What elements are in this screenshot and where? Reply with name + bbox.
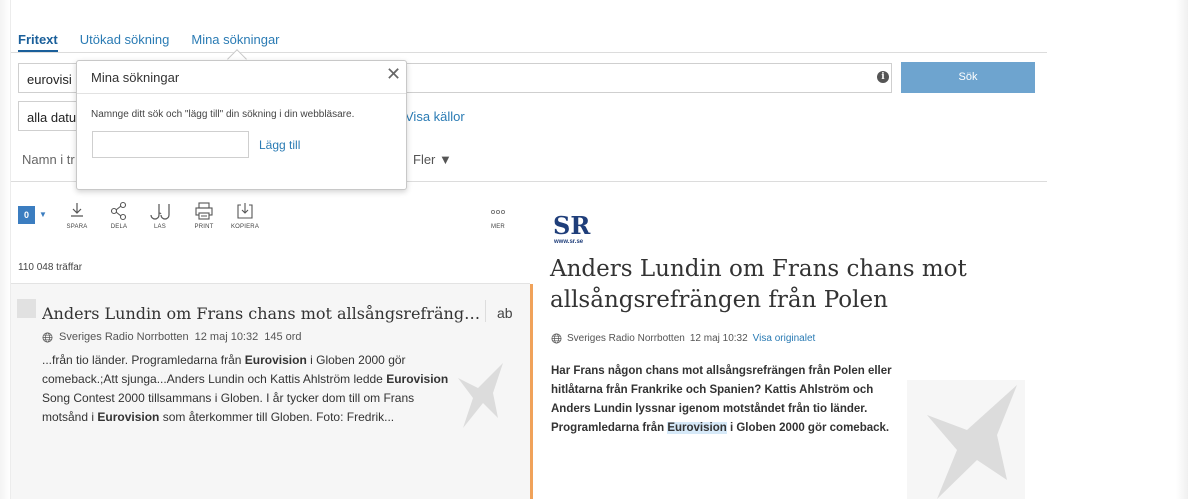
result-title[interactable]: Anders Lundin om Frans chans mot allsång… (42, 304, 484, 323)
result-thumbnail (458, 363, 503, 428)
search-button[interactable]: Sök (901, 62, 1035, 93)
preview-source: Sveriges Radio Norrbotten (567, 333, 685, 344)
tab-fritext[interactable]: Fritext (18, 32, 58, 52)
download-icon (71, 203, 83, 217)
copy-label: KOPIERA (230, 224, 260, 230)
text-size-toggle[interactable]: ab (497, 305, 513, 321)
more-button[interactable]: MER (478, 201, 518, 230)
add-search-button[interactable]: Lägg till (259, 138, 300, 152)
result-date: 12 maj 10:32 (194, 331, 259, 343)
snippet-text: ...från tio länder. Programledarna från (42, 353, 245, 367)
logo-url: www.sr.se (553, 239, 584, 245)
more-label: MER (491, 224, 505, 230)
save-label: SPARA (66, 224, 88, 230)
print-label: PRINT (194, 224, 214, 230)
globe-icon (551, 333, 562, 344)
copy-button[interactable]: KOPIERA (225, 201, 265, 230)
tabs-divider (11, 52, 1047, 53)
save-button[interactable]: SPARA (57, 201, 97, 230)
search-name-input[interactable] (92, 131, 249, 158)
share-label: DELA (110, 224, 128, 230)
result-source: Sveriges Radio Norrbotten (59, 331, 189, 343)
result-item[interactable]: Anders Lundin om Frans chans mot allsång… (11, 284, 533, 499)
show-sources-link[interactable]: Visa källor (405, 109, 465, 124)
read-button[interactable]: LAS (140, 201, 180, 230)
saved-searches-popup: Mina sökningar ✕ Namnge ditt sök och "lä… (76, 60, 407, 190)
close-icon[interactable]: ✕ (386, 65, 401, 83)
tab-utokad-sokning[interactable]: Utökad sökning (80, 32, 170, 52)
share-button[interactable]: DELA (99, 201, 139, 230)
preview-highlight: Eurovision (667, 422, 727, 434)
info-icon[interactable]: i (877, 71, 889, 83)
globe-icon (42, 332, 53, 342)
logo-text: SR (553, 213, 591, 240)
preview-image (907, 380, 1025, 499)
result-word-count: 145 ord (264, 331, 302, 343)
name-filter[interactable]: Namn i tr (22, 152, 75, 167)
selected-count-badge[interactable]: 0 (18, 206, 35, 224)
window-right-edge (1176, 0, 1188, 499)
preview-body: Har Frans någon chans mot allsångsrefrän… (551, 362, 896, 438)
more-filters-dropdown[interactable]: Fler ▼ (413, 152, 452, 167)
preview-title: Anders Lundin om Frans chans mot allsång… (550, 256, 967, 313)
preview-meta: Sveriges Radio Norrbotten 12 maj 10:32 V… (551, 333, 815, 344)
show-original-link[interactable]: Visa originalet (753, 333, 816, 344)
result-separator (485, 300, 486, 322)
sr-logo: SR www.sr.se (552, 213, 597, 245)
snippet-highlight: Eurovision (244, 353, 307, 367)
chevron-down-icon[interactable]: ▼ (39, 210, 47, 219)
glasses-icon (150, 204, 170, 220)
search-tabs: Fritext Utökad sökning Mina sökningar (18, 32, 302, 52)
share-icon (110, 201, 127, 221)
hit-count: 110 048 träffar (18, 262, 83, 273)
print-button[interactable]: PRINT (184, 201, 224, 230)
print-icon (195, 202, 213, 220)
result-checkbox[interactable] (17, 299, 36, 318)
snippet-text: som återkommer till Globen. Foto: Fredri… (159, 410, 395, 424)
result-snippet: ...från tio länder. Programledarna från … (42, 351, 456, 427)
read-label: LAS (154, 224, 166, 230)
popup-divider (77, 93, 406, 94)
result-meta: Sveriges Radio Norrbotten 12 maj 10:32 1… (42, 331, 302, 343)
copy-icon (237, 203, 253, 219)
window-left-edge (0, 0, 11, 499)
preview-body-text: i Globen 2000 gör comeback. (726, 422, 890, 434)
popup-title: Mina sökningar (91, 70, 180, 85)
more-icon (490, 209, 506, 215)
snippet-highlight: Eurovision (97, 410, 160, 424)
popup-hint: Namnge ditt sök och "lägg till" din sökn… (91, 109, 355, 120)
preview-date: 12 maj 10:32 (689, 333, 748, 344)
snippet-highlight: Eurovision (386, 372, 449, 386)
